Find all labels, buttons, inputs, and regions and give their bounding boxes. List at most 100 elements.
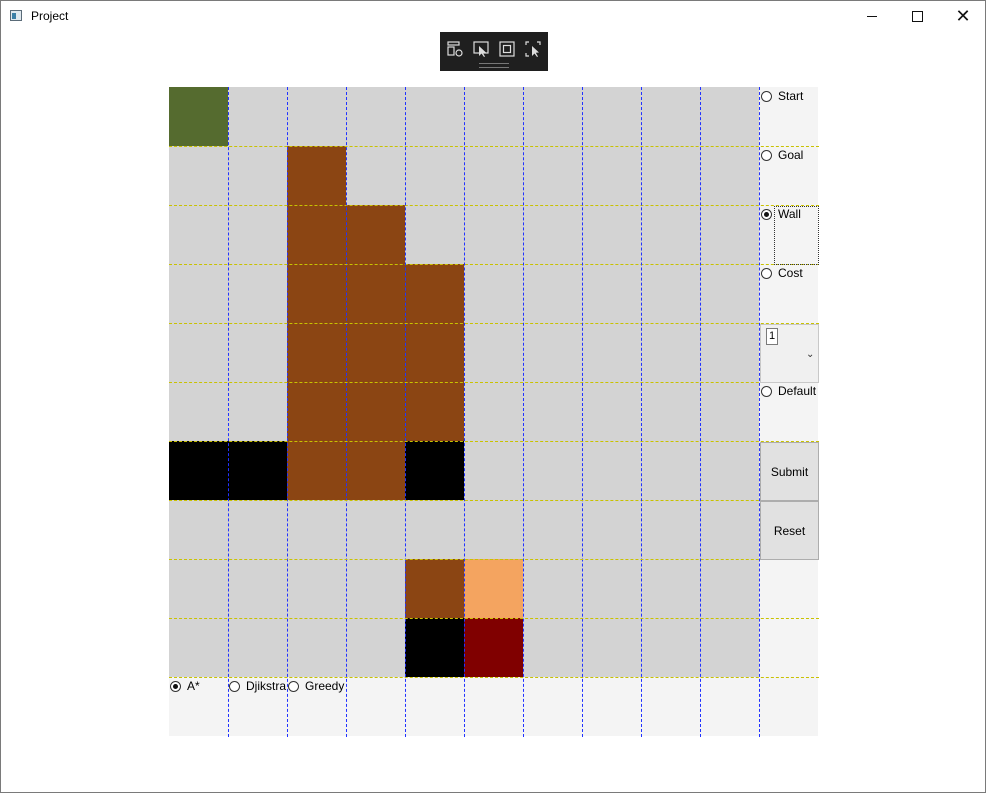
submit-button[interactable]: Submit [760,442,819,501]
grid-cell-empty[interactable] [169,559,228,618]
default-radio[interactable]: Default [761,384,816,398]
grid-cell-empty[interactable] [582,205,641,264]
grid-cell-empty[interactable] [405,500,464,559]
grid-cell-empty[interactable] [169,323,228,382]
grid-cell-empty[interactable] [346,87,405,146]
grid-cell-empty[interactable] [405,146,464,205]
display-adorners-icon[interactable] [498,40,516,58]
cost-radio[interactable]: Cost [761,266,803,280]
grid-cell-empty[interactable] [641,441,700,500]
grid-cell-empty[interactable] [523,618,582,677]
grid-cell-empty[interactable] [464,441,523,500]
grid-cell-empty[interactable] [700,441,759,500]
grid-cell-empty[interactable] [287,559,346,618]
grid-cell-empty[interactable] [228,618,287,677]
grid-cell-goal_red[interactable] [464,618,523,677]
grid-cell-empty[interactable] [228,382,287,441]
grid-cell-empty[interactable] [228,146,287,205]
grid-cell-cost_brown[interactable] [405,382,464,441]
grid-cell-empty[interactable] [287,500,346,559]
track-focus-icon[interactable] [524,40,542,58]
grid-cell-empty[interactable] [464,264,523,323]
grid-cell-empty[interactable] [582,559,641,618]
grid-cell-wall[interactable] [228,441,287,500]
maximize-button[interactable] [894,1,940,31]
grid-cell-cost_brown[interactable] [346,205,405,264]
grid-cell-empty[interactable] [523,382,582,441]
grid-cell-empty[interactable] [464,500,523,559]
grid-cell-empty[interactable] [287,87,346,146]
dijkstra-radio[interactable]: Djikstra [229,679,286,693]
start-radio[interactable]: Start [761,89,803,103]
grid-cell-cost_brown[interactable] [346,323,405,382]
grid-cell-empty[interactable] [641,382,700,441]
title-bar[interactable]: Project ✕ [1,1,985,31]
grid-cell-empty[interactable] [523,500,582,559]
grid-cell-empty[interactable] [464,205,523,264]
close-button[interactable]: ✕ [940,1,986,31]
grid-cell-empty[interactable] [582,323,641,382]
grid-cell-empty[interactable] [169,264,228,323]
grid-cell-empty[interactable] [228,87,287,146]
grid-cell-empty[interactable] [700,559,759,618]
grid-cell-empty[interactable] [641,323,700,382]
grid-cell-empty[interactable] [464,87,523,146]
select-element-icon[interactable] [472,40,490,58]
grid-cell-cost_brown[interactable] [287,205,346,264]
debug-toolbar[interactable] [440,32,548,71]
grid-cell-empty[interactable] [169,618,228,677]
grid-cell-empty[interactable] [641,264,700,323]
grid-cell-wall[interactable] [405,441,464,500]
grid-cell-empty[interactable] [582,382,641,441]
grid-cell-cost_brown[interactable] [287,382,346,441]
grid-cell-empty[interactable] [346,146,405,205]
grid-cell-empty[interactable] [169,146,228,205]
minimize-button[interactable] [849,1,895,31]
grid-cell-empty[interactable] [523,146,582,205]
grid-cell-empty[interactable] [464,146,523,205]
astar-radio[interactable]: A* [170,679,200,693]
grid-cell-empty[interactable] [169,205,228,264]
grid-cell-empty[interactable] [228,559,287,618]
grid-cell-empty[interactable] [700,382,759,441]
grid-cell-empty[interactable] [700,618,759,677]
grid-cell-empty[interactable] [582,441,641,500]
grid-cell-empty[interactable] [700,264,759,323]
grid-cell-empty[interactable] [346,618,405,677]
grid-cell-cost_brown[interactable] [405,264,464,323]
grid-cell-empty[interactable] [641,500,700,559]
grid-cell-empty[interactable] [641,205,700,264]
grid-cell-empty[interactable] [582,500,641,559]
toolbar-drag-handle[interactable] [479,63,509,68]
grid-cell-empty[interactable] [169,382,228,441]
grid-cell-empty[interactable] [228,264,287,323]
grid-cell-cost_brown[interactable] [346,264,405,323]
grid-cell-cost_brown[interactable] [346,441,405,500]
grid-cell-cost_brown[interactable] [405,559,464,618]
grid-cell-empty[interactable] [700,500,759,559]
grid-cell-empty[interactable] [287,618,346,677]
grid-cell-empty[interactable] [700,323,759,382]
goal-radio[interactable]: Goal [761,148,803,162]
greedy-radio[interactable]: Greedy [288,679,344,693]
grid-cell-wall[interactable] [169,441,228,500]
grid-cell-empty[interactable] [228,323,287,382]
grid-cell-empty[interactable] [169,500,228,559]
grid-cell-empty[interactable] [700,87,759,146]
grid-cell-empty[interactable] [523,323,582,382]
grid-cell-empty[interactable] [641,559,700,618]
grid-cell-empty[interactable] [523,559,582,618]
grid-cell-cost_brown[interactable] [405,323,464,382]
grid-cell-empty[interactable] [523,264,582,323]
grid-cell-empty[interactable] [700,146,759,205]
grid-cell-cost_brown[interactable] [346,382,405,441]
grid-cell-empty[interactable] [346,500,405,559]
cost-combobox[interactable]: 1 ⌄ [760,324,819,383]
grid-cell-empty[interactable] [582,264,641,323]
reset-button[interactable]: Reset [760,501,819,560]
live-visual-tree-icon[interactable] [446,40,464,58]
grid-cell-empty[interactable] [582,618,641,677]
grid-cell-empty[interactable] [700,205,759,264]
grid-cell-empty[interactable] [464,382,523,441]
grid-cell-empty[interactable] [228,205,287,264]
